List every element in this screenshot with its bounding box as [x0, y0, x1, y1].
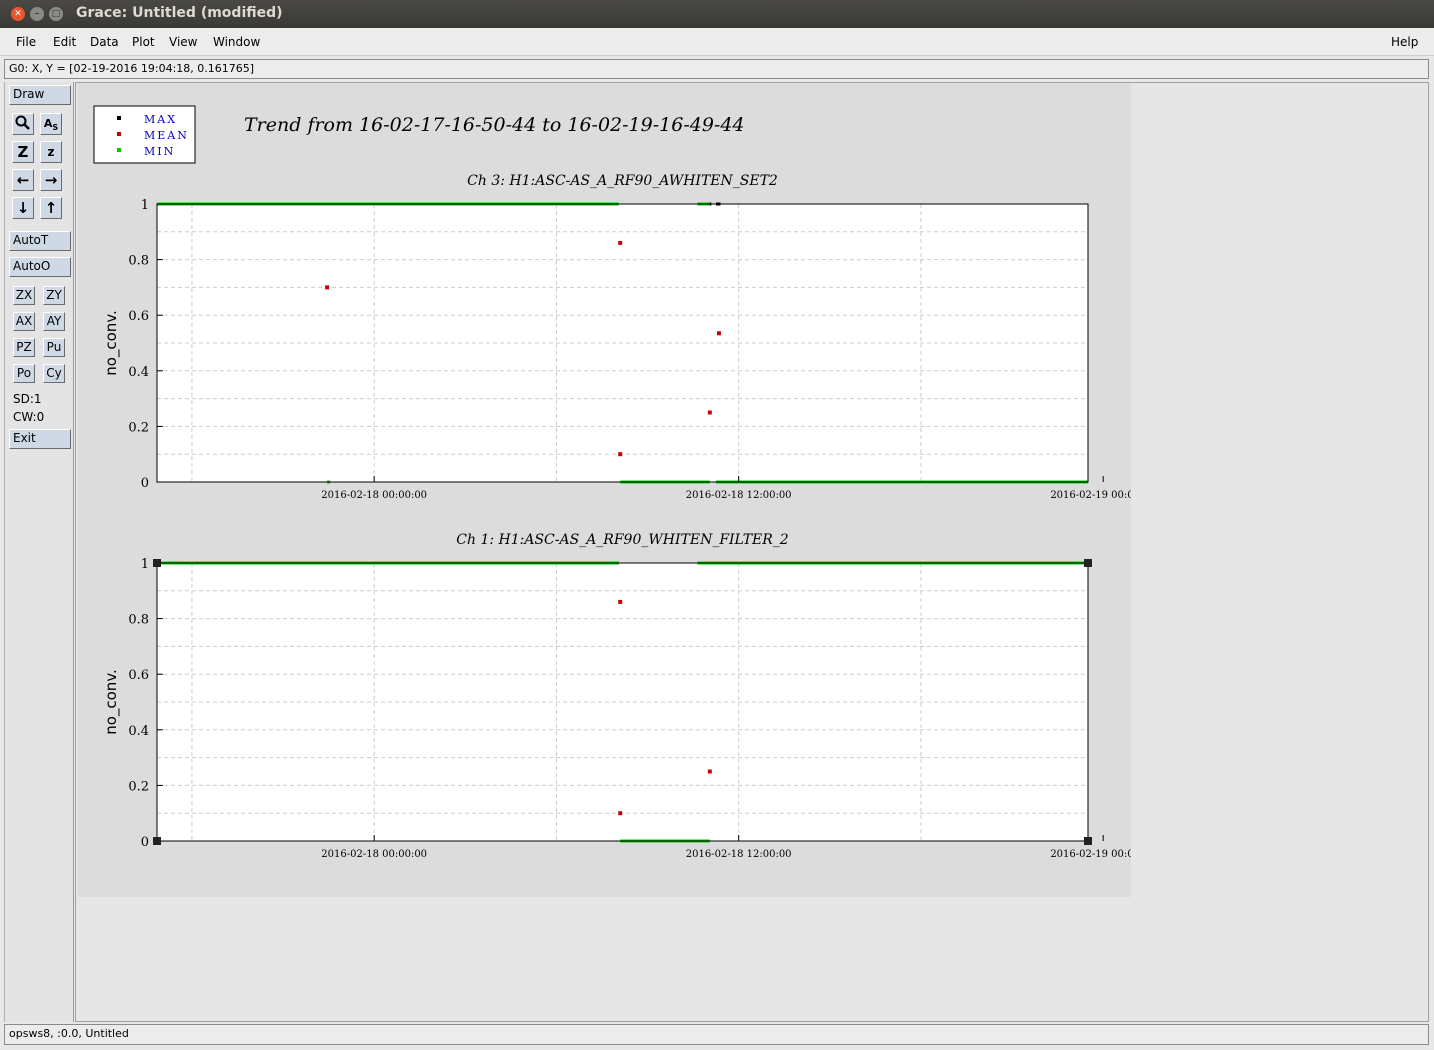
right-arrow-icon[interactable]: →: [40, 169, 62, 191]
legend-marker-mean: [117, 132, 121, 136]
legend-label-max: MAX: [144, 113, 177, 126]
x-tick-label: 2016-02-18 00:00:00: [321, 849, 427, 860]
autot-button[interactable]: AutoT: [9, 231, 71, 251]
menu-bar: File Edit Data Plot View Window Help: [0, 28, 1434, 56]
series-mean-point: [707, 410, 712, 415]
y-tick-label: 1: [141, 198, 149, 213]
series-mean-point: [325, 285, 330, 290]
plot-1: 0 0.2 0.4 0.6 0.8 1 2016-02-18 00:00:00 2016-02…: [102, 173, 1434, 501]
up-arrow-icon[interactable]: ↑: [40, 197, 62, 219]
maximize-icon[interactable]: □: [49, 7, 63, 21]
y-axis-label: no_conv.: [102, 310, 121, 376]
y-tick-label: 0.8: [128, 254, 149, 269]
series-mean-point: [707, 769, 712, 774]
y-axis-label: no_conv.: [102, 669, 121, 735]
menu-view[interactable]: View: [169, 35, 197, 49]
y-tick-label: 0: [141, 835, 149, 850]
zx-button[interactable]: ZX: [13, 286, 35, 305]
y-tick-label: 0.2: [128, 420, 149, 435]
chart-title: Trend from 16-02-17-16-50-44 to 16-02-19…: [244, 114, 745, 136]
y-tick-label: 1: [141, 557, 149, 572]
menu-data[interactable]: Data: [90, 35, 119, 49]
po-button[interactable]: Po: [13, 364, 35, 383]
menu-edit[interactable]: Edit: [53, 35, 76, 49]
plot-subtitle: Ch 1: H1:ASC-AS_A_RF90_WHITEN_FILTER_2: [456, 532, 789, 548]
locator-bar: G0: X, Y = [02-19-2016 19:04:18, 0.16176…: [4, 59, 1429, 79]
down-arrow-icon[interactable]: ↓: [12, 197, 34, 219]
ax-button[interactable]: AX: [13, 312, 35, 331]
legend-marker-min: [117, 148, 121, 152]
selection-handle[interactable]: [153, 837, 161, 845]
menu-help[interactable]: Help: [1391, 35, 1418, 49]
toolbox: Draw AS Z z ← → ↓ ↑ AutoT AutoO ZX ZY AX…: [4, 82, 74, 1022]
exit-button[interactable]: Exit: [9, 429, 71, 449]
cy-button[interactable]: Cy: [43, 364, 65, 383]
left-arrow-icon[interactable]: ←: [12, 169, 34, 191]
autoscale-text-icon[interactable]: AS: [40, 113, 62, 135]
y-tick-label: 0.4: [128, 724, 149, 739]
x-tick-label: 2016-02-19 00:00:00: [1050, 490, 1131, 501]
ay-button[interactable]: AY: [43, 312, 65, 331]
window-title: Grace: Untitled (modified): [76, 5, 283, 21]
y-tick-label: 0.6: [128, 668, 149, 683]
minimize-icon[interactable]: –: [30, 7, 44, 21]
selection-handle[interactable]: [153, 559, 161, 567]
zoom-icon[interactable]: [12, 113, 34, 135]
series-mean-point: [618, 811, 623, 816]
menu-plot[interactable]: Plot: [132, 35, 155, 49]
plot-2: 0 0.2 0.4 0.6 0.8 1 2016-02-18 00:00:00 2016-02…: [102, 532, 1434, 860]
zoom-in-icon[interactable]: Z: [12, 141, 34, 163]
autoo-button[interactable]: AutoO: [9, 257, 71, 277]
current-world-label: CW:0: [13, 410, 45, 424]
y-tick-label: 0.6: [128, 309, 149, 324]
draw-button[interactable]: Draw: [9, 85, 71, 105]
zoom-out-icon[interactable]: z: [40, 141, 62, 163]
plot-subtitle: Ch 3: H1:ASC-AS_A_RF90_AWHITEN_SET2: [467, 173, 778, 189]
x-tick-label: 2016-02-18 00:00:00: [321, 490, 427, 501]
stack-depth-label: SD:1: [13, 392, 42, 406]
series-mean-point: [716, 331, 721, 336]
y-tick-label: 0.8: [128, 613, 149, 628]
pu-button[interactable]: Pu: [43, 338, 65, 357]
legend-label-min: MIN: [144, 145, 175, 158]
menu-window[interactable]: Window: [213, 35, 260, 49]
x-tick-label: 2016-02-18 12:00:00: [686, 849, 792, 860]
x-tick-label: 2016-02-18 12:00:00: [686, 490, 792, 501]
y-tick-label: 0.4: [128, 365, 149, 380]
series-mean-point: [618, 599, 623, 604]
legend-marker-max: [117, 116, 121, 120]
status-bar: opsws8, :0.0, Untitled: [4, 1024, 1429, 1045]
menu-file[interactable]: File: [16, 35, 36, 49]
legend-label-mean: MEAN: [144, 129, 189, 142]
zy-button[interactable]: ZY: [43, 286, 65, 305]
plot-page[interactable]: MAX MEAN MIN Trend from 16-02-17-16-50-44 …: [78, 83, 1434, 897]
x-tick-label: 2016-02-19 00:00:00: [1050, 849, 1131, 860]
title-bar: ✕ – □ Grace: Untitled (modified): [0, 0, 1434, 28]
legend: MAX MEAN MIN: [93, 105, 196, 164]
close-icon[interactable]: ✕: [11, 7, 25, 21]
selection-handle[interactable]: [1084, 559, 1092, 567]
series-mean-point: [618, 452, 623, 457]
series-mean-point: [618, 240, 623, 245]
chart-svg: MAX MEAN MIN Trend from 16-02-17-16-50-44 …: [93, 105, 1434, 860]
y-tick-label: 0: [141, 476, 149, 491]
y-tick-label: 0.2: [128, 779, 149, 794]
pz-button[interactable]: PZ: [13, 338, 35, 357]
selection-handle[interactable]: [1084, 837, 1092, 845]
